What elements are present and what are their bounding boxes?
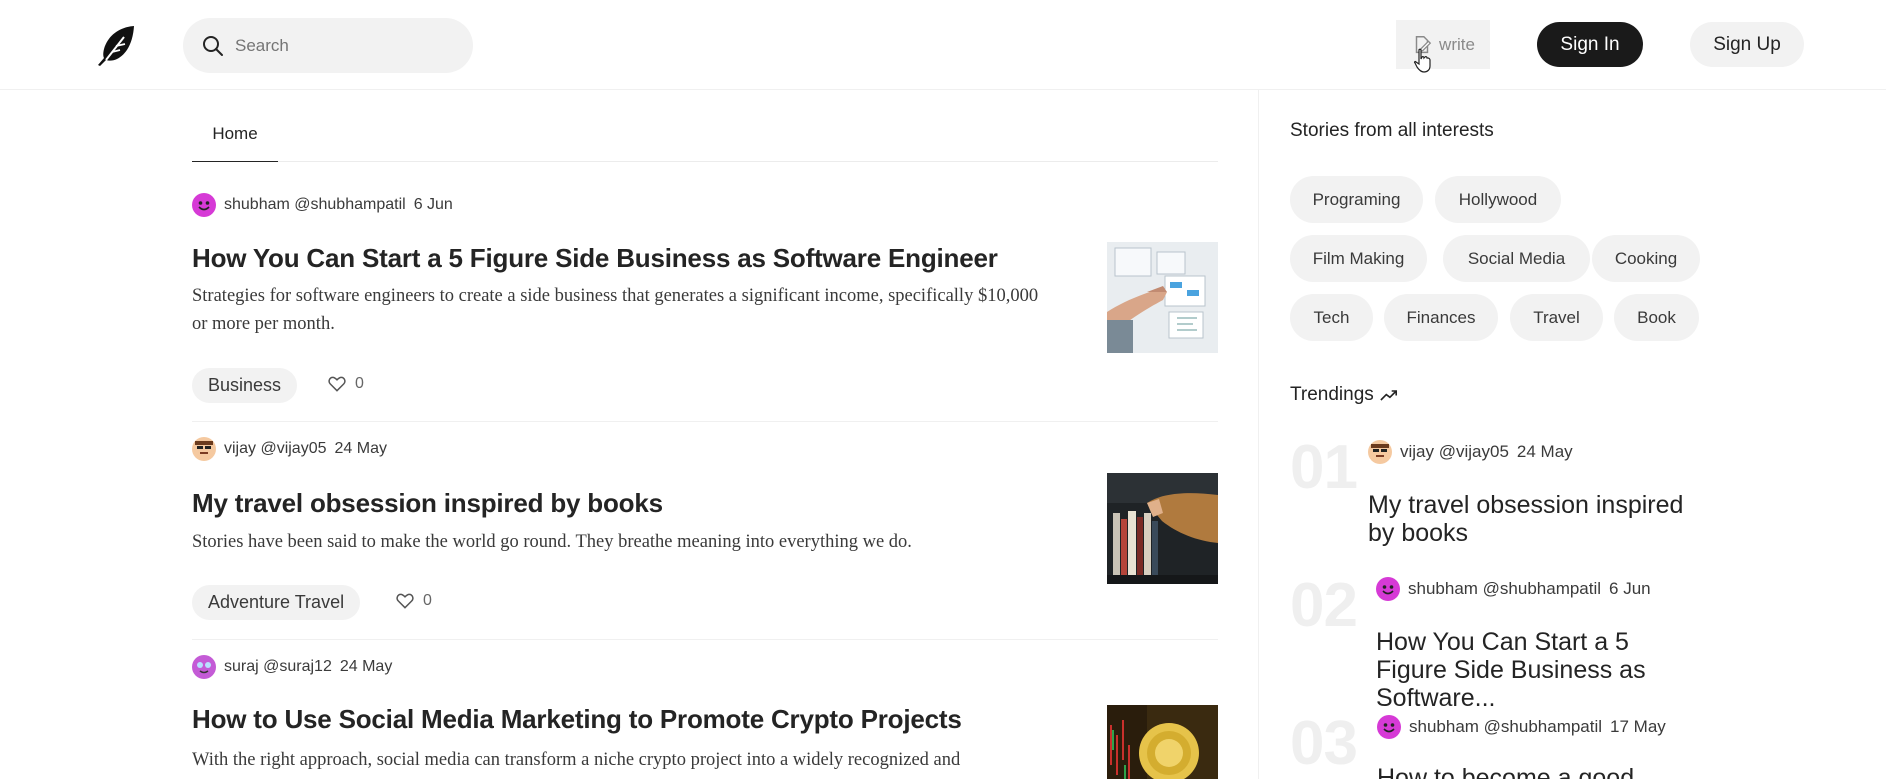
heart-icon xyxy=(396,593,414,609)
avatar xyxy=(192,193,216,217)
avatar xyxy=(192,655,216,679)
trending-meta: vijay @vijay05 24 May xyxy=(1368,440,1573,464)
trendings-title: Trendings xyxy=(1290,384,1398,406)
trending-author[interactable]: vijay @vijay05 xyxy=(1400,442,1509,462)
interest-chip-film-making[interactable]: Film Making xyxy=(1290,235,1427,282)
avatar xyxy=(1377,715,1401,739)
trending-author[interactable]: shubham @shubhampatil xyxy=(1408,579,1601,599)
search-icon xyxy=(203,35,223,56)
avatar xyxy=(1376,577,1400,601)
interest-chip-book[interactable]: Book xyxy=(1614,294,1699,341)
feed-tabs: Home xyxy=(192,112,1218,162)
article-thumbnail[interactable] xyxy=(1107,242,1218,353)
trending-up-icon xyxy=(1380,389,1397,401)
trending-rank: 03 xyxy=(1290,709,1358,778)
article-card[interactable]: vijay @vijay05 24 May My travel obsessio… xyxy=(192,422,1218,640)
likes-counter[interactable]: 0 xyxy=(327,374,364,394)
heart-icon xyxy=(328,376,346,392)
article-thumbnail[interactable] xyxy=(1107,473,1218,584)
interest-chip-tech[interactable]: Tech xyxy=(1290,294,1373,341)
article-card[interactable]: suraj @suraj12 24 May How to Use Social … xyxy=(192,640,1218,779)
post-date: 6 Jun xyxy=(413,196,453,213)
hand-cursor-icon xyxy=(1413,48,1431,73)
interest-chip-social-media[interactable]: Social Media xyxy=(1443,235,1590,282)
search-bar[interactable] xyxy=(183,18,473,73)
trending-date: 17 May xyxy=(1610,717,1666,736)
author-name[interactable]: suraj @suraj12 xyxy=(224,658,332,676)
write-label: write xyxy=(1439,34,1475,54)
article-thumbnail[interactable] xyxy=(1107,705,1218,779)
article-card[interactable]: shubham @shubhampatil 6 Jun How You Can … xyxy=(192,190,1218,422)
top-header: write Sign In Sign Up xyxy=(0,0,1886,90)
trending-date: 24 May xyxy=(1516,442,1573,461)
article-meta: shubham @shubhampatil 6 Jun xyxy=(192,193,453,217)
trendings-label: Trendings xyxy=(1290,384,1374,405)
tab-home[interactable]: Home xyxy=(192,112,278,162)
interest-chip-finances[interactable]: Finances xyxy=(1384,294,1498,341)
search-input[interactable] xyxy=(235,35,455,56)
article-meta: suraj @suraj12 24 May xyxy=(192,655,392,679)
interest-chip-travel[interactable]: Travel xyxy=(1510,294,1603,341)
sidebar-divider xyxy=(1258,90,1259,779)
trending-rank: 02 xyxy=(1290,571,1358,640)
article-description: Strategies for software engineers to cre… xyxy=(192,286,1039,334)
trending-rank: 01 xyxy=(1290,433,1358,502)
article-description: With the right approach, social media ca… xyxy=(192,750,961,770)
sign-up-button[interactable]: Sign Up xyxy=(1690,22,1804,67)
article-title[interactable]: My travel obsession inspired by books xyxy=(192,488,663,519)
article-title[interactable]: How to Use Social Media Marketing to Pro… xyxy=(192,704,962,735)
trending-title[interactable]: How You Can Start a 5 Figure Side Busine… xyxy=(1376,628,1706,712)
trending-title[interactable]: My travel obsession inspired by books xyxy=(1368,491,1698,547)
interest-chip-programing[interactable]: Programing xyxy=(1290,176,1423,223)
sign-in-button[interactable]: Sign In xyxy=(1537,22,1643,67)
likes-count: 0 xyxy=(423,592,432,609)
likes-count: 0 xyxy=(355,375,364,392)
post-date: 24 May xyxy=(339,658,393,675)
trending-meta: shubham @shubhampatil 6 Jun xyxy=(1376,577,1651,601)
interest-chip-hollywood[interactable]: Hollywood xyxy=(1435,176,1561,223)
trending-meta: shubham @shubhampatil 17 May xyxy=(1377,715,1666,739)
post-date: 24 May xyxy=(334,440,387,457)
topic-tag[interactable]: Business xyxy=(192,368,298,403)
feather-logo-icon[interactable] xyxy=(94,23,138,67)
author-name[interactable]: shubham @shubhampatil xyxy=(224,196,406,214)
trending-date: 6 Jun xyxy=(1609,579,1651,598)
avatar xyxy=(1368,440,1392,464)
topic-tag[interactable]: Adventure Travel xyxy=(192,585,361,620)
trending-author[interactable]: shubham @shubhampatil xyxy=(1409,717,1602,737)
likes-counter[interactable]: 0 xyxy=(395,591,432,611)
avatar xyxy=(192,437,216,461)
trending-title[interactable]: How to become a good xyxy=(1377,764,1707,779)
interests-title: Stories from all interests xyxy=(1290,120,1494,141)
write-button[interactable]: write xyxy=(1396,20,1490,69)
article-meta: vijay @vijay05 24 May xyxy=(192,437,387,461)
interest-chip-cooking[interactable]: Cooking xyxy=(1592,235,1700,282)
article-title[interactable]: How You Can Start a 5 Figure Side Busine… xyxy=(192,243,998,274)
author-name[interactable]: vijay @vijay05 xyxy=(224,440,327,458)
article-description: Stories have been said to make the world… xyxy=(192,532,912,552)
